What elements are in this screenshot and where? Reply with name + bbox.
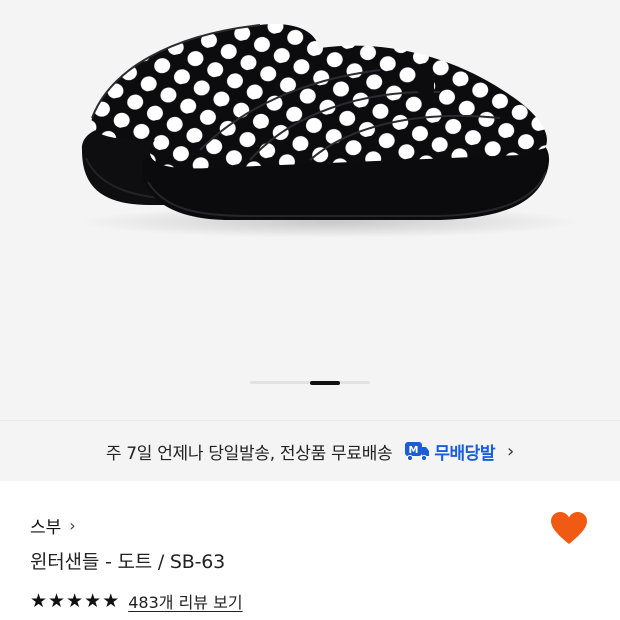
star-icon: ★	[66, 589, 84, 612]
star-icon: ★	[30, 589, 48, 612]
star-icon: ★	[102, 589, 120, 612]
heart-icon[interactable]	[550, 511, 588, 545]
brand-name: 스부	[30, 518, 62, 538]
star-icon: ★	[84, 589, 102, 612]
product-image-carousel[interactable]	[0, 0, 620, 420]
svg-text:M: M	[409, 445, 419, 456]
carousel-pager[interactable]	[250, 380, 370, 385]
star-icon: ★	[48, 589, 66, 612]
product-photo	[80, 24, 580, 238]
brand-link[interactable]: 스부 ›	[30, 513, 76, 538]
carousel-pager-active-indicator	[310, 380, 340, 385]
m-truck-icon: M	[405, 442, 430, 462]
delivery-banner-text: 주 7일 언제나 당일발송, 전상품 무료배송	[105, 443, 393, 464]
rating-row: ★ ★ ★ ★ ★ 483개 리뷰 보기	[30, 589, 243, 613]
chevron-right-icon: ›	[69, 516, 76, 535]
delivery-banner[interactable]: 주 7일 언제나 당일발송, 전상품 무료배송 M 무배당발 ›	[0, 420, 620, 481]
product-detail-page: 주 7일 언제나 당일발송, 전상품 무료배송 M 무배당발 › 스부 › 윈터…	[0, 0, 620, 620]
rating-stars: ★ ★ ★ ★ ★	[30, 589, 120, 612]
free-delivery-badge: M 무배당발	[404, 439, 495, 464]
chevron-right-icon: ›	[506, 440, 515, 462]
product-title: 윈터샌들 - 도트 / SB-63	[30, 551, 226, 573]
product-info: 스부 › 윈터샌들 - 도트 / SB-63 ★ ★ ★ ★ ★ 483개 리뷰…	[0, 481, 620, 620]
free-delivery-badge-label: 무배당발	[434, 443, 495, 464]
reviews-link[interactable]: 483개 리뷰 보기	[128, 589, 242, 613]
